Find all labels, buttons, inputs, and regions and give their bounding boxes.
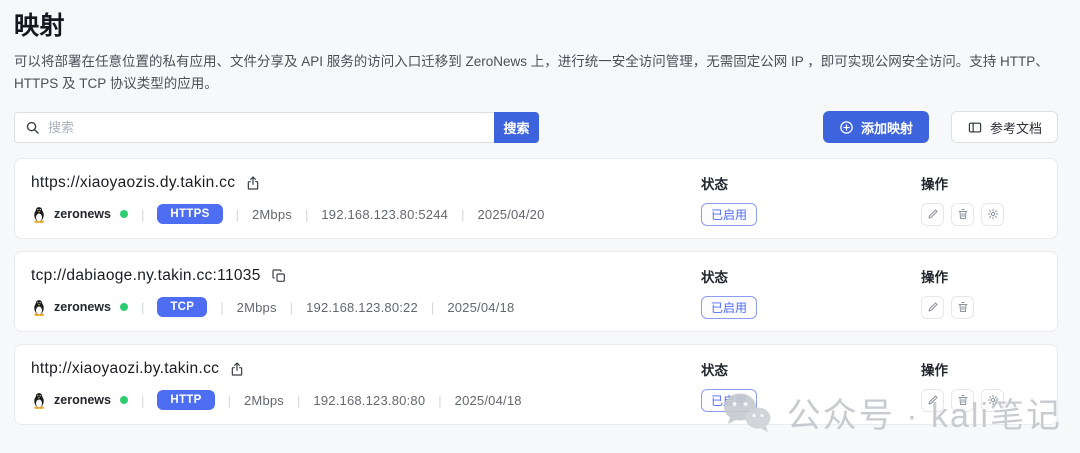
delete-button[interactable] (951, 296, 974, 319)
actions-column-header: 操作 (921, 359, 1041, 379)
search-group: 搜索 (14, 112, 539, 143)
divider: | (461, 207, 464, 222)
gear-icon (987, 208, 999, 220)
mapping-meta-row: zeronews | HTTP | 2Mbps | 192.168.123.80… (31, 390, 701, 410)
mapping-url: http://xiaoyaozi.by.takin.cc (31, 360, 219, 378)
delete-button[interactable] (951, 389, 974, 412)
online-status-dot (120, 210, 128, 218)
divider: | (141, 207, 144, 222)
protocol-badge: HTTP (157, 390, 214, 410)
gear-icon (987, 394, 999, 406)
divider: | (220, 300, 223, 315)
client-info: zeronews (31, 299, 128, 316)
trash-icon (957, 208, 969, 220)
row-actions (921, 203, 1041, 226)
protocol-badge: HTTPS (157, 204, 222, 224)
docs-button[interactable]: 参考文档 (951, 111, 1058, 143)
toolbar-right: 添加映射 参考文档 (823, 111, 1058, 143)
search-button[interactable]: 搜索 (494, 112, 539, 143)
status-badge: 已启用 (701, 296, 757, 319)
pencil-icon (927, 394, 939, 406)
search-box (14, 112, 494, 143)
page-description: 可以将部署在任意位置的私有应用、文件分享及 API 服务的访问入口迁移到 Zer… (14, 51, 1058, 94)
row-actions (921, 389, 1041, 412)
local-address-value: 192.168.123.80:5244 (321, 207, 448, 222)
divider: | (236, 207, 239, 222)
edit-button[interactable] (921, 389, 944, 412)
local-address-value: 192.168.123.80:22 (306, 300, 418, 315)
add-mapping-button[interactable]: 添加映射 (823, 111, 929, 143)
row-actions (921, 296, 1041, 319)
mapping-url-row: https://xiaoyaozis.dy.takin.cc (31, 174, 701, 192)
status-badge: 已启用 (701, 389, 757, 412)
settings-button[interactable] (981, 389, 1004, 412)
mapping-meta-row: zeronews | TCP | 2Mbps | 192.168.123.80:… (31, 297, 701, 317)
settings-button[interactable] (981, 203, 1004, 226)
divider: | (141, 300, 144, 315)
search-icon (25, 120, 40, 135)
actions-column-header: 操作 (921, 266, 1041, 286)
mapping-url-row: http://xiaoyaozi.by.takin.cc (31, 360, 701, 378)
linux-tux-icon (31, 392, 47, 409)
docs-label: 参考文档 (990, 118, 1042, 137)
divider: | (228, 393, 231, 408)
mapping-url: https://xiaoyaozis.dy.takin.cc (31, 174, 235, 192)
status-column-header: 状态 (701, 266, 921, 286)
status-column-header: 状态 (701, 359, 921, 379)
date-value: 2025/04/20 (477, 207, 544, 222)
search-input[interactable] (48, 120, 484, 135)
divider: | (305, 207, 308, 222)
protocol-badge: TCP (157, 297, 207, 317)
mapping-meta-row: zeronews | HTTPS | 2Mbps | 192.168.123.8… (31, 204, 701, 224)
bandwidth-value: 2Mbps (237, 300, 277, 315)
linux-tux-icon (31, 299, 47, 316)
edit-button[interactable] (921, 203, 944, 226)
delete-button[interactable] (951, 203, 974, 226)
mapping-url: tcp://dabiaoge.ny.takin.cc:11035 (31, 267, 261, 285)
divider: | (141, 393, 144, 408)
online-status-dot (120, 396, 128, 404)
page-title: 映射 (14, 6, 1058, 42)
date-value: 2025/04/18 (447, 300, 514, 315)
divider: | (438, 393, 441, 408)
date-value: 2025/04/18 (455, 393, 522, 408)
local-address-value: 192.168.123.80:80 (313, 393, 425, 408)
bandwidth-value: 2Mbps (252, 207, 292, 222)
edit-button[interactable] (921, 296, 944, 319)
mapping-card: https://xiaoyaozis.dy.takin.cc 状态 操作 (14, 158, 1058, 239)
client-info: zeronews (31, 392, 128, 409)
mapping-url-row: tcp://dabiaoge.ny.takin.cc:11035 (31, 267, 701, 285)
copy-icon[interactable] (271, 268, 287, 284)
status-column-header: 状态 (701, 173, 921, 193)
mapping-card: tcp://dabiaoge.ny.takin.cc:11035 状态 操作 (14, 251, 1058, 332)
client-info: zeronews (31, 206, 128, 223)
share-icon[interactable] (245, 175, 261, 191)
mapping-page: 映射 可以将部署在任意位置的私有应用、文件分享及 API 服务的访问入口迁移到 … (0, 0, 1080, 425)
client-name: zeronews (54, 300, 111, 314)
online-status-dot (120, 303, 128, 311)
client-name: zeronews (54, 393, 111, 407)
linux-tux-icon (31, 206, 47, 223)
pencil-icon (927, 208, 939, 220)
share-icon[interactable] (229, 361, 245, 377)
plus-circle-icon (839, 120, 854, 135)
divider: | (431, 300, 434, 315)
trash-icon (957, 394, 969, 406)
trash-icon (957, 301, 969, 313)
pencil-icon (927, 301, 939, 313)
status-badge: 已启用 (701, 203, 757, 226)
actions-column-header: 操作 (921, 173, 1041, 193)
add-mapping-label: 添加映射 (861, 118, 913, 137)
mapping-list: https://xiaoyaozis.dy.takin.cc 状态 操作 (14, 158, 1058, 425)
divider: | (290, 300, 293, 315)
mapping-card: http://xiaoyaozi.by.takin.cc 状态 操作 (14, 344, 1058, 425)
toolbar: 搜索 添加映射 参考文档 (14, 111, 1058, 143)
bandwidth-value: 2Mbps (244, 393, 284, 408)
divider: | (297, 393, 300, 408)
book-icon (967, 120, 983, 135)
client-name: zeronews (54, 207, 111, 221)
